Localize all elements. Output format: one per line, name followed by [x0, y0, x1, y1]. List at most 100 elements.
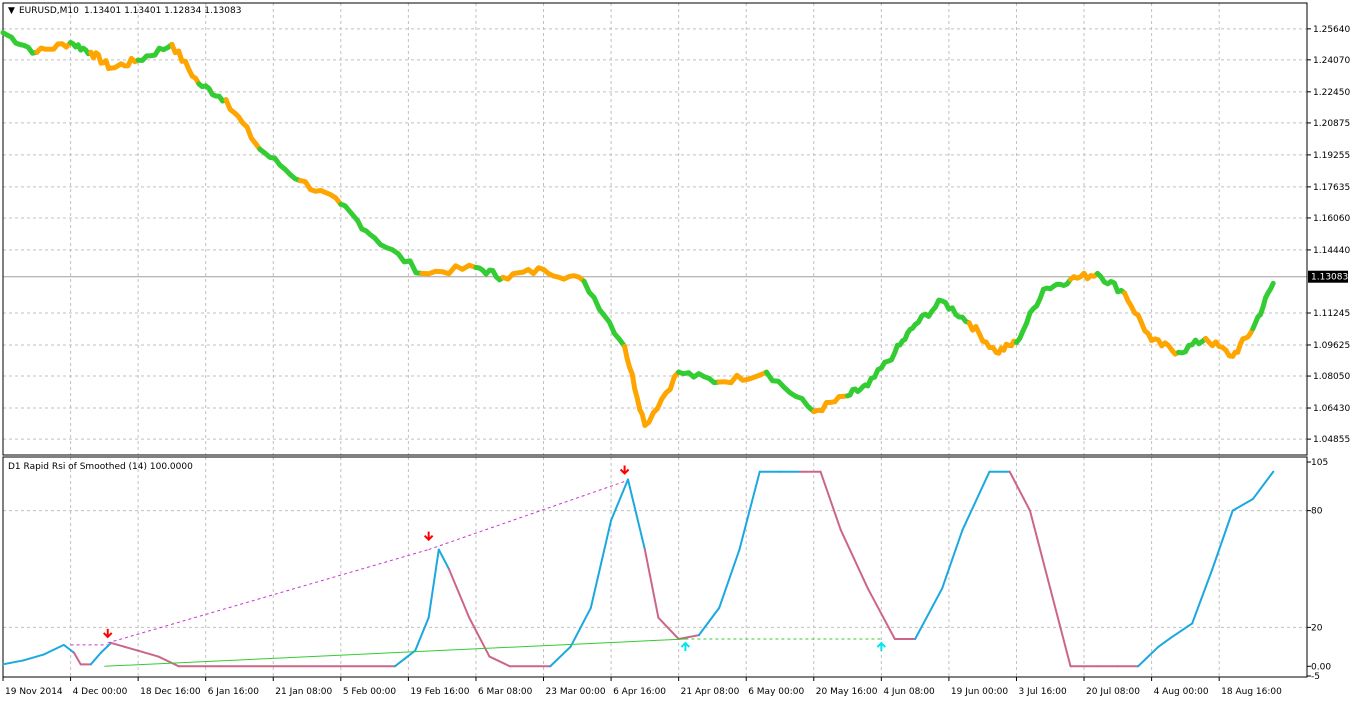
price-segment [541, 267, 587, 284]
rsi-segment [468, 616, 491, 658]
x-tick-label: 4 Dec 00:00 [73, 687, 128, 697]
price-segment [676, 369, 722, 386]
rsi-segment [677, 634, 700, 641]
price-segment [338, 201, 378, 241]
price-segment [500, 265, 546, 282]
rsi-segment [157, 655, 180, 668]
price-segment [1068, 270, 1100, 282]
x-tick-label: 23 Mar 00:00 [546, 687, 606, 697]
price-segment [811, 393, 851, 415]
price-y-tick-label: 1.25640 [1313, 25, 1350, 35]
bearish-divergence-line [107, 549, 429, 644]
rsi-segment [839, 529, 869, 590]
rsi-segment [414, 616, 430, 652]
rsi-segment [1191, 568, 1214, 625]
price-segment [1230, 326, 1256, 359]
rsi-y-tick-label: -5 [1311, 672, 1320, 682]
rsi-segment [961, 470, 991, 532]
rsi-segment [89, 651, 102, 666]
price-segment [135, 41, 175, 63]
rsi-segment [941, 529, 964, 590]
rsi-segment [427, 548, 440, 619]
price-y-tick-label: 1.16060 [1313, 214, 1350, 224]
price-segment [196, 81, 229, 104]
price-y-tick-label: 1.17635 [1313, 183, 1350, 193]
x-tick-label: 19 Feb 16:00 [410, 687, 469, 697]
ohlc-readout: 1.13401 1.13401 1.12834 1.13083 [84, 6, 241, 16]
rsi-segment [819, 470, 842, 532]
chart-canvas[interactable]: 19 Nov 2014 4 Dec 00:00 18 Dec 16:00 6 Jan … [0, 0, 1350, 700]
rsi-segment [697, 606, 721, 637]
price-segment [88, 49, 114, 72]
rsi-segment [914, 587, 944, 641]
rsi-segment [1028, 509, 1052, 590]
x-tick-label: 18 Aug 16:00 [1221, 687, 1282, 697]
price-segment [912, 297, 945, 328]
rsi-y-tick-label: 80 [1311, 507, 1323, 517]
rsi-y-tick-label: 20 [1311, 623, 1323, 633]
rsi-y-tick-label: 105 [1311, 458, 1328, 468]
price-segment [764, 369, 817, 415]
x-tick-label: 6 May 00:00 [748, 687, 804, 697]
price-y-tick-label: 1.04855 [1313, 435, 1350, 445]
price-segment [1176, 336, 1209, 356]
rsi-y-tick-label: 0.00 [1311, 662, 1331, 672]
price-segment [993, 338, 1019, 356]
price-segment [939, 298, 972, 326]
price-segment [68, 40, 94, 57]
rsi-segment [393, 649, 417, 668]
rsi-segment [1157, 636, 1173, 648]
up-arrow-icon [680, 641, 691, 652]
price-y-tick-label: 1.09625 [1313, 341, 1350, 351]
chevron-down-icon[interactable]: ▼ [8, 6, 15, 16]
price-segment [473, 265, 506, 283]
rsi-segment [110, 641, 126, 648]
up-arrow-icon [876, 641, 887, 652]
rsi-segment [123, 645, 140, 652]
rsi-segment [1211, 509, 1234, 570]
price-segment [642, 369, 682, 428]
price-segment [716, 369, 769, 386]
price-segment [1122, 290, 1155, 343]
chart-window[interactable]: 19 Nov 2014 4 Dec 00:00 18 Dec 16:00 6 Jan … [0, 0, 1350, 700]
rsi-segment [1008, 470, 1031, 512]
price-y-tick-label: 1.19255 [1313, 151, 1350, 161]
x-tick-label: 4 Jun 08:00 [883, 687, 935, 697]
current-price-label: 1.13083 [1311, 273, 1348, 283]
symbol-label: EURUSD,M10 [19, 6, 79, 16]
bearish-divergence-line [428, 480, 625, 551]
price-y-tick-label: 1.11245 [1313, 309, 1350, 319]
x-tick-label: 4 Aug 00:00 [1154, 687, 1209, 697]
price-segment [966, 320, 999, 355]
price-panel-frame [2, 2, 1308, 456]
down-arrow-icon [103, 628, 113, 639]
rsi-segment [589, 519, 613, 609]
rsi-segment [22, 653, 45, 662]
x-tick-label: 21 Jan 08:00 [275, 687, 332, 697]
rsi-segment [718, 548, 741, 609]
x-tick-label: 5 Feb 00:00 [343, 687, 397, 697]
rsi-segment [643, 548, 660, 619]
rsi-segment [62, 643, 75, 654]
rsi-segment [549, 645, 572, 668]
price-y-tick-label: 1.24070 [1313, 56, 1350, 66]
rsi-segment [1251, 470, 1275, 500]
price-segment [845, 382, 871, 399]
x-tick-label: 19 Jun 00:00 [951, 687, 1008, 697]
rsi-segment [1170, 622, 1194, 639]
price-segment [581, 278, 628, 349]
rsi-segment [137, 649, 160, 658]
rsi-segment [437, 548, 450, 570]
indicator-title: D1 Rapid Rsi of Smoothed (14) 100.0000 [8, 462, 193, 472]
rsi-segment [42, 643, 65, 656]
price-segment [34, 40, 74, 55]
x-tick-label: 20 May 16:00 [816, 687, 878, 697]
x-tick-label: 19 Nov 2014 [5, 687, 63, 697]
rsi-segment [447, 568, 471, 619]
rsi-segment [657, 616, 680, 641]
price-y-tick-label: 1.08050 [1313, 372, 1350, 382]
bullish-divergence-line [104, 638, 686, 667]
x-tick-label: 6 Apr 16:00 [613, 687, 666, 697]
rsi-segment [72, 651, 82, 666]
price-segment [0, 30, 40, 56]
